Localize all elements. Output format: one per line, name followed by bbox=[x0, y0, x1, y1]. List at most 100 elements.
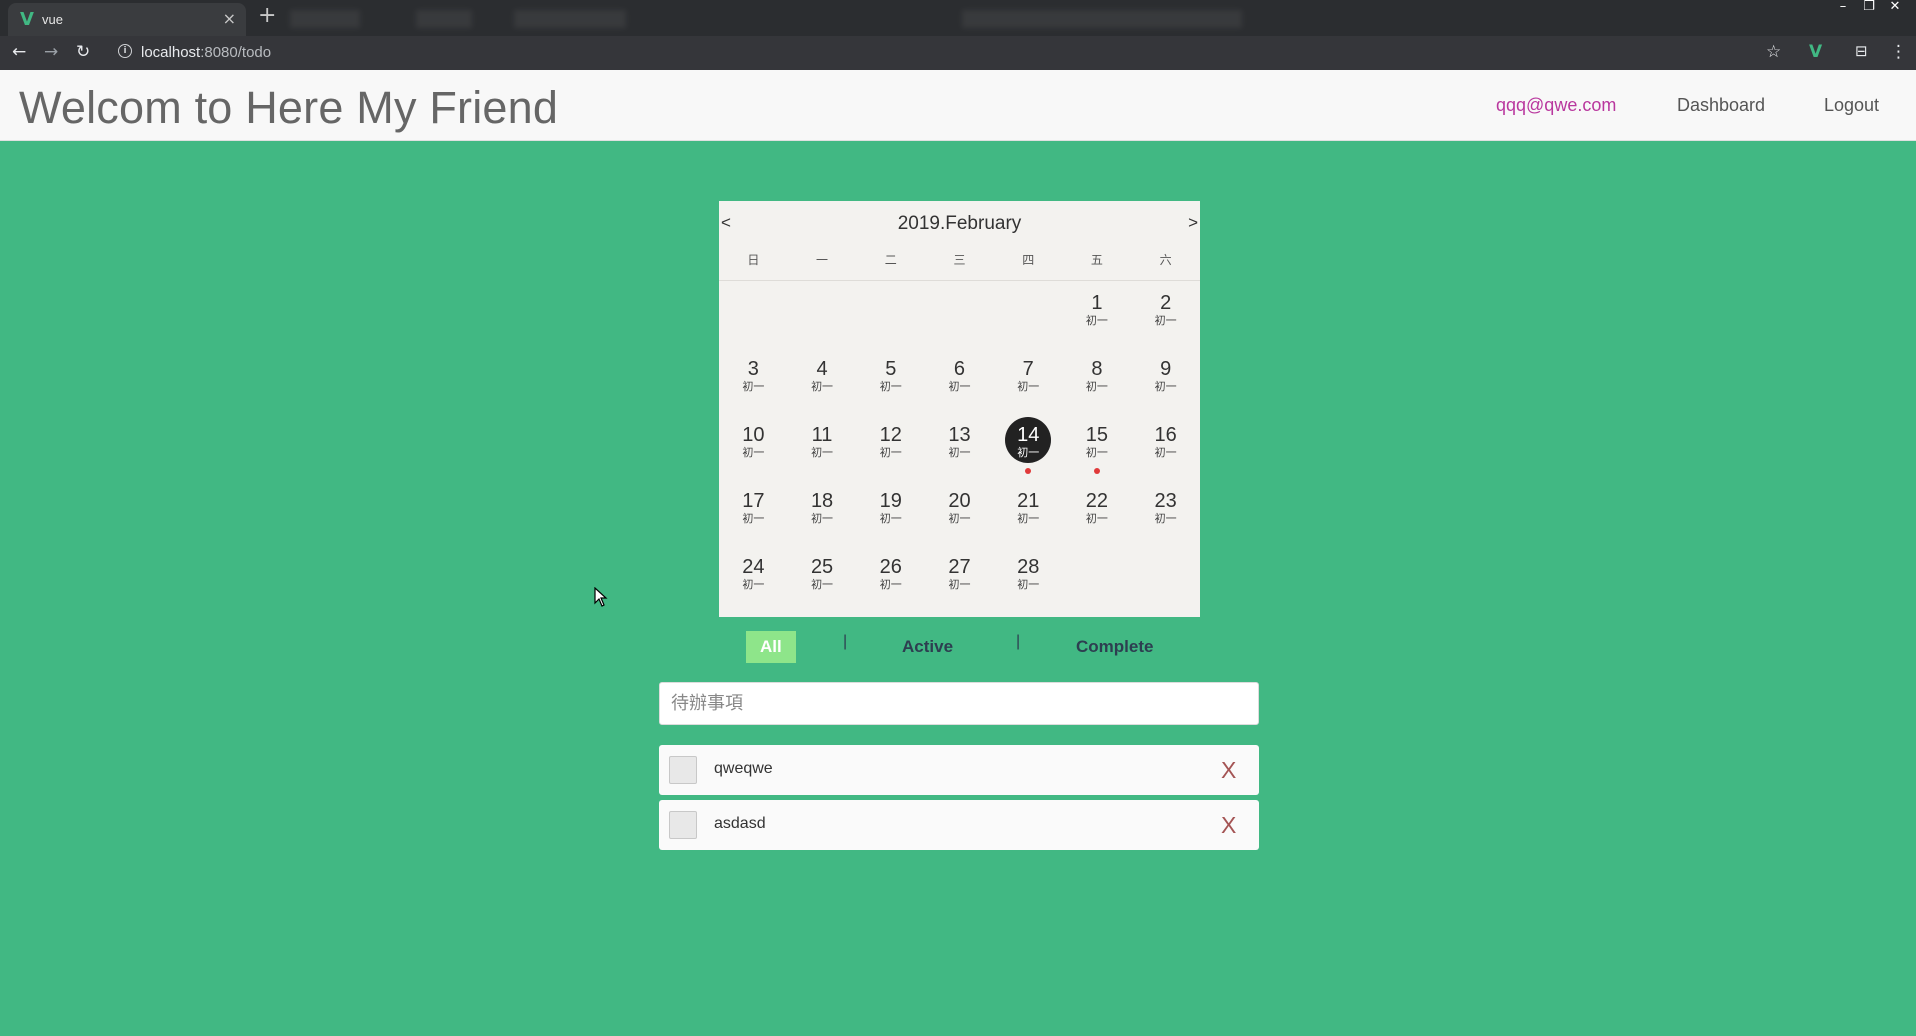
calendar-day-cell[interactable]: 28 初一 bbox=[994, 547, 1063, 613]
calendar-day-cell[interactable]: 12 初一 bbox=[856, 415, 925, 481]
vue-devtools-icon[interactable]: V bbox=[1809, 42, 1822, 62]
forward-arrow-icon[interactable]: → bbox=[44, 42, 58, 62]
browser-tabstrip: V vue × + – ❐ ✕ bbox=[0, 0, 1916, 36]
cast-icon[interactable]: ⊟ bbox=[1855, 42, 1868, 60]
url-field[interactable]: localhost:8080/todo bbox=[141, 44, 271, 61]
calendar-day-cell[interactable]: 9 初一 bbox=[1131, 349, 1200, 415]
window-controls: – ❐ ✕ bbox=[1830, 0, 1908, 16]
calendar-day-cell[interactable]: 16 初一 bbox=[1131, 415, 1200, 481]
calendar-lunar-label: 初一 bbox=[1017, 446, 1040, 459]
calendar-day-cell[interactable]: 20 初一 bbox=[925, 481, 994, 547]
calendar-day-cell[interactable]: 14 初一 bbox=[994, 415, 1063, 481]
calendar-lunar-label: 初一 bbox=[948, 578, 971, 591]
calendar-day-cell[interactable]: 19 初一 bbox=[856, 481, 925, 547]
calendar-day-cell[interactable]: 11 初一 bbox=[788, 415, 857, 481]
next-month-button[interactable]: > bbox=[1188, 213, 1198, 233]
calendar-day-number: 5 bbox=[885, 358, 897, 380]
back-arrow-icon[interactable]: ← bbox=[12, 42, 26, 62]
calendar-lunar-label: 初一 bbox=[1085, 314, 1108, 327]
calendar-day-cell[interactable]: 26 初一 bbox=[856, 547, 925, 613]
calendar-empty-cell bbox=[925, 283, 994, 349]
event-dot-icon bbox=[1093, 468, 1100, 474]
user-email-link[interactable]: qqq@qwe.com bbox=[1496, 95, 1616, 116]
weekday-label: 四 bbox=[1022, 253, 1035, 267]
calendar-day-number: 16 bbox=[1154, 424, 1177, 446]
calendar-day-cell[interactable]: 1 初一 bbox=[1063, 283, 1132, 349]
menu-icon[interactable]: ⋮ bbox=[1890, 42, 1907, 62]
todo-checkbox[interactable] bbox=[669, 756, 697, 784]
calendar-lunar-label: 初一 bbox=[1017, 578, 1040, 591]
calendar-lunar-label: 初一 bbox=[742, 446, 765, 459]
filter-all-button[interactable]: All bbox=[746, 631, 796, 663]
todo-input[interactable] bbox=[659, 682, 1259, 725]
delete-todo-button[interactable]: X bbox=[1221, 812, 1236, 839]
calendar-empty-cell bbox=[994, 283, 1063, 349]
calendar-day-number: 19 bbox=[879, 490, 902, 512]
browser-tab[interactable]: V vue × bbox=[8, 3, 246, 36]
calendar-day-cell[interactable]: 18 初一 bbox=[788, 481, 857, 547]
calendar-day-cell[interactable]: 10 初一 bbox=[719, 415, 788, 481]
todo-text: asdasd bbox=[714, 815, 766, 832]
filter-active-button[interactable]: Active bbox=[902, 631, 953, 663]
weekday-label: 三 bbox=[953, 253, 966, 267]
info-icon[interactable]: i bbox=[118, 44, 132, 58]
calendar-day-number: 2 bbox=[1160, 292, 1172, 314]
close-window-icon[interactable]: ✕ bbox=[1882, 0, 1908, 16]
calendar-day-number: 18 bbox=[810, 490, 834, 512]
new-tab-button[interactable]: + bbox=[258, 3, 276, 28]
prev-month-button[interactable]: < bbox=[721, 213, 731, 233]
weekday-label: 一 bbox=[816, 253, 829, 267]
calendar-day-number: 4 bbox=[816, 358, 828, 380]
tab-close-icon[interactable]: × bbox=[223, 9, 236, 28]
calendar-lunar-label: 初一 bbox=[1017, 512, 1040, 525]
calendar-day-cell[interactable]: 4 初一 bbox=[788, 349, 857, 415]
calendar-day-cell[interactable]: 2 初一 bbox=[1131, 283, 1200, 349]
weekday-label: 六 bbox=[1159, 253, 1172, 267]
calendar-lunar-label: 初一 bbox=[948, 446, 971, 459]
calendar-day-cell[interactable]: 8 初一 bbox=[1063, 349, 1132, 415]
calendar-day-number: 27 bbox=[948, 556, 971, 578]
calendar-header: 2019.February < > bbox=[719, 201, 1200, 245]
dashboard-link[interactable]: Dashboard bbox=[1677, 95, 1765, 116]
calendar-day-cell[interactable]: 23 初一 bbox=[1131, 481, 1200, 547]
calendar-day-cell[interactable]: 13 初一 bbox=[925, 415, 994, 481]
restore-icon[interactable]: ❐ bbox=[1856, 0, 1882, 16]
calendar-day-cell[interactable]: 27 初一 bbox=[925, 547, 994, 613]
calendar-empty-cell bbox=[856, 283, 925, 349]
calendar-lunar-label: 初一 bbox=[1085, 512, 1108, 525]
address-bar: ← → ↻ i localhost:8080/todo ☆ V ⊟ ⋮ bbox=[0, 36, 1916, 70]
calendar-day-cell[interactable]: 24 初一 bbox=[719, 547, 788, 613]
calendar-day-number: 15 bbox=[1085, 424, 1109, 446]
calendar-lunar-label: 初一 bbox=[1085, 380, 1108, 393]
calendar-day-cell[interactable]: 17 初一 bbox=[719, 481, 788, 547]
calendar-day-cell[interactable]: 22 初一 bbox=[1063, 481, 1132, 547]
star-icon[interactable]: ☆ bbox=[1766, 42, 1781, 62]
weekday-label: 日 bbox=[747, 253, 760, 267]
calendar-day-number: 23 bbox=[1154, 490, 1177, 512]
calendar-lunar-label: 初一 bbox=[948, 512, 971, 525]
calendar-day-cell[interactable]: 5 初一 bbox=[856, 349, 925, 415]
calendar-day-cell[interactable]: 21 初一 bbox=[994, 481, 1063, 547]
calendar-lunar-label: 初一 bbox=[879, 380, 902, 393]
calendar-lunar-label: 初一 bbox=[1017, 380, 1040, 393]
calendar-day-number: 26 bbox=[879, 556, 902, 578]
calendar-day-cell[interactable]: 25 初一 bbox=[788, 547, 857, 613]
logout-link[interactable]: Logout bbox=[1824, 95, 1879, 116]
calendar-lunar-label: 初一 bbox=[1154, 380, 1177, 393]
calendar-day-cell[interactable]: 3 初一 bbox=[719, 349, 788, 415]
calendar-day-number: 11 bbox=[811, 424, 833, 446]
todo-checkbox[interactable] bbox=[669, 811, 697, 839]
calendar-day-cell[interactable]: 6 初一 bbox=[925, 349, 994, 415]
weekday-label: 五 bbox=[1090, 253, 1103, 267]
reload-icon[interactable]: ↻ bbox=[76, 42, 90, 62]
calendar-day-cell[interactable]: 7 初一 bbox=[994, 349, 1063, 415]
minimize-icon[interactable]: – bbox=[1830, 0, 1856, 16]
calendar-empty-cell bbox=[788, 283, 857, 349]
url-host: localhost bbox=[141, 44, 201, 61]
calendar-day-number: 10 bbox=[742, 424, 765, 446]
filter-complete-button[interactable]: Complete bbox=[1076, 631, 1153, 663]
calendar-lunar-label: 初一 bbox=[811, 380, 834, 393]
delete-todo-button[interactable]: X bbox=[1221, 757, 1236, 784]
calendar-day-cell[interactable]: 15 初一 bbox=[1063, 415, 1132, 481]
calendar-day-number: 24 bbox=[742, 556, 765, 578]
